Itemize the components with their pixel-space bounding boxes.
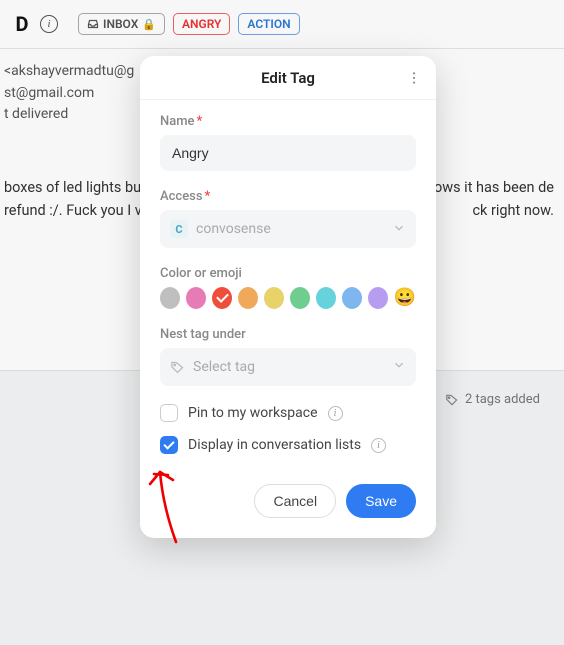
chevron-down-icon	[392, 220, 406, 239]
name-input[interactable]	[160, 135, 416, 171]
display-label: Display in conversation lists	[188, 437, 361, 453]
access-select[interactable]: C convosense	[160, 210, 416, 248]
required-star: *	[205, 189, 211, 204]
color-swatch-8[interactable]	[368, 287, 388, 309]
pin-checkbox[interactable]	[160, 404, 178, 422]
color-label: Color or emoji	[160, 266, 242, 281]
emoji-swatch[interactable]: 😀	[394, 287, 416, 309]
modal-title: Edit Tag	[261, 69, 315, 87]
info-icon[interactable]: i	[328, 406, 343, 421]
nest-placeholder: Select tag	[193, 359, 255, 375]
info-icon[interactable]: i	[371, 438, 386, 453]
color-swatch-6[interactable]	[316, 287, 336, 309]
color-section: Color or emoji 😀	[160, 266, 416, 309]
save-button[interactable]: Save	[346, 484, 416, 518]
color-swatch-7[interactable]	[342, 287, 362, 309]
color-swatch-1[interactable]	[186, 287, 206, 309]
tag-icon	[170, 360, 185, 375]
display-checkbox[interactable]	[160, 436, 178, 454]
pin-label: Pin to my workspace	[188, 405, 318, 421]
workspace-badge: C	[170, 220, 188, 238]
color-swatch-5[interactable]	[290, 287, 310, 309]
name-section: Name*	[160, 114, 416, 171]
color-swatch-4[interactable]	[264, 287, 284, 309]
chevron-down-icon	[392, 358, 406, 376]
access-label: Access	[160, 189, 203, 204]
nest-select[interactable]: Select tag	[160, 348, 416, 386]
cancel-button[interactable]: Cancel	[254, 484, 336, 518]
required-star: *	[197, 114, 203, 129]
display-row: Display in conversation lists i	[160, 436, 416, 454]
name-label: Name	[160, 114, 195, 129]
nest-section: Nest tag under Select tag	[160, 327, 416, 386]
color-swatches: 😀	[160, 287, 416, 309]
access-value: convosense	[196, 221, 271, 237]
color-swatch-3[interactable]	[238, 287, 258, 309]
nest-label: Nest tag under	[160, 327, 246, 342]
edit-tag-modal: Edit Tag Name* Access* C convosense Colo…	[140, 56, 436, 538]
color-swatch-2[interactable]	[212, 287, 232, 309]
pin-row: Pin to my workspace i	[160, 404, 416, 422]
kebab-menu-icon[interactable]	[402, 66, 426, 90]
access-section: Access* C convosense	[160, 189, 416, 248]
color-swatch-0[interactable]	[160, 287, 180, 309]
